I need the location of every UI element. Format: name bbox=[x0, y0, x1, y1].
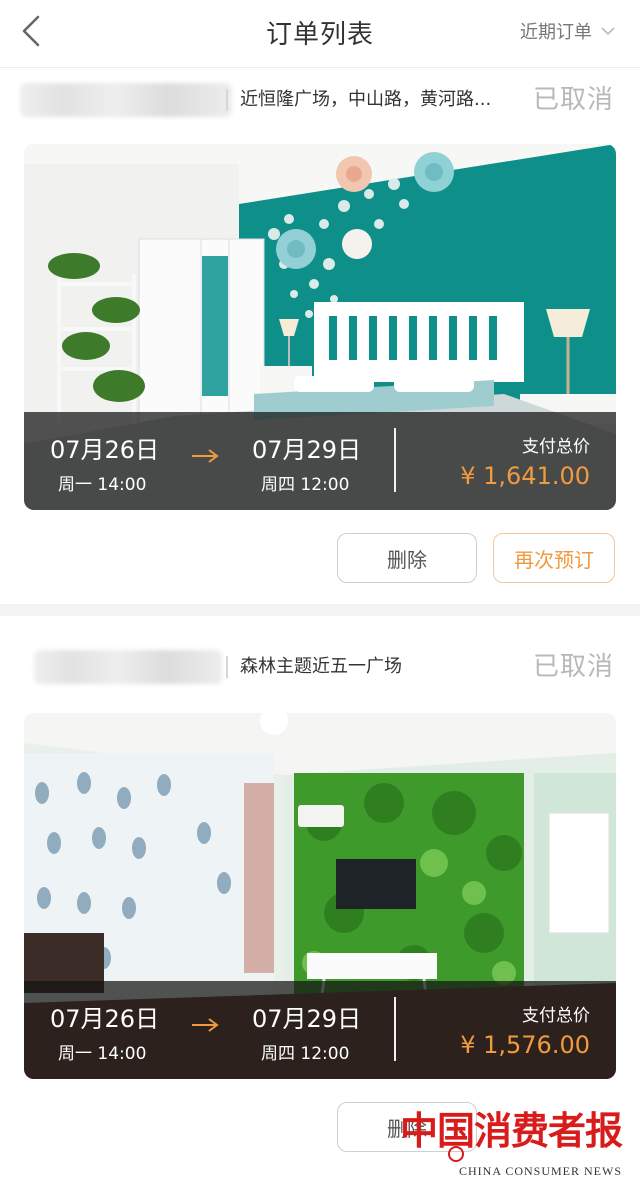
divider bbox=[226, 656, 228, 678]
checkout-time: 周四 12:00 bbox=[261, 475, 350, 495]
order-status: 已取消 bbox=[532, 652, 614, 682]
china-consumer-news-watermark: 中国消费者报 CHINA CONSUMER NEWS bbox=[400, 1100, 623, 1186]
order-header: 森林主题近五一广场 已取消 bbox=[0, 636, 640, 696]
divider bbox=[394, 997, 396, 1061]
order-card[interactable]: 近恒隆广场，中山路，黄河路... 已取消 07月26日 周一 14:00 07月… bbox=[0, 69, 640, 604]
total-price: ¥ 1,576.00 bbox=[460, 1031, 590, 1059]
hotel-address: 森林主题近五一广场 bbox=[240, 656, 402, 677]
arrow-right-icon bbox=[192, 449, 219, 463]
booking-info-overlay: 07月26日 周一 14:00 07月29日 周四 12:00 支付总价 ¥ 1… bbox=[24, 981, 616, 1079]
booking-info-overlay: 07月26日 周一 14:00 07月29日 周四 12:00 支付总价 ¥ 1… bbox=[24, 412, 616, 510]
room-photo[interactable]: 07月26日 周一 14:00 07月29日 周四 12:00 支付总价 ¥ 1… bbox=[24, 144, 616, 510]
order-range-dropdown[interactable]: 近期订单 bbox=[520, 18, 616, 44]
card-separator bbox=[0, 604, 640, 616]
hotel-name-blurred bbox=[20, 83, 232, 117]
watermark-en-text: CHINA CONSUMER NEWS bbox=[458, 1164, 622, 1178]
checkout-time: 周四 12:00 bbox=[261, 1044, 350, 1064]
room-photo[interactable]: 07月26日 周一 14:00 07月29日 周四 12:00 支付总价 ¥ 1… bbox=[24, 713, 616, 1079]
total-price-label: 支付总价 bbox=[522, 437, 590, 457]
delete-button[interactable]: 删除 bbox=[337, 533, 477, 583]
checkin-time: 周一 14:00 bbox=[58, 475, 147, 495]
checkin-date: 07月26日 bbox=[50, 1005, 160, 1033]
top-nav-bar: 订单列表 近期订单 bbox=[0, 0, 640, 68]
chevron-down-icon bbox=[601, 27, 615, 36]
newspaper-logo-icon bbox=[448, 1146, 464, 1162]
order-status: 已取消 bbox=[532, 85, 614, 115]
hotel-address: 近恒隆广场，中山路，黄河路... bbox=[240, 89, 492, 110]
arrow-right-icon bbox=[192, 1018, 219, 1032]
checkin-time: 周一 14:00 bbox=[58, 1044, 147, 1064]
divider bbox=[226, 89, 228, 111]
checkout-date: 07月29日 bbox=[252, 436, 362, 464]
watermark-cn-text: 中国消费者报 bbox=[399, 1108, 623, 1153]
total-price-label: 支付总价 bbox=[522, 1006, 590, 1026]
order-range-label: 近期订单 bbox=[520, 22, 592, 43]
rebook-button[interactable]: 再次预订 bbox=[493, 533, 615, 583]
hotel-name-blurred bbox=[34, 650, 222, 684]
divider bbox=[394, 428, 396, 492]
total-price: ¥ 1,641.00 bbox=[460, 462, 590, 490]
order-header: 近恒隆广场，中山路，黄河路... 已取消 bbox=[0, 69, 640, 129]
checkin-date: 07月26日 bbox=[50, 436, 160, 464]
checkout-date: 07月29日 bbox=[252, 1005, 362, 1033]
